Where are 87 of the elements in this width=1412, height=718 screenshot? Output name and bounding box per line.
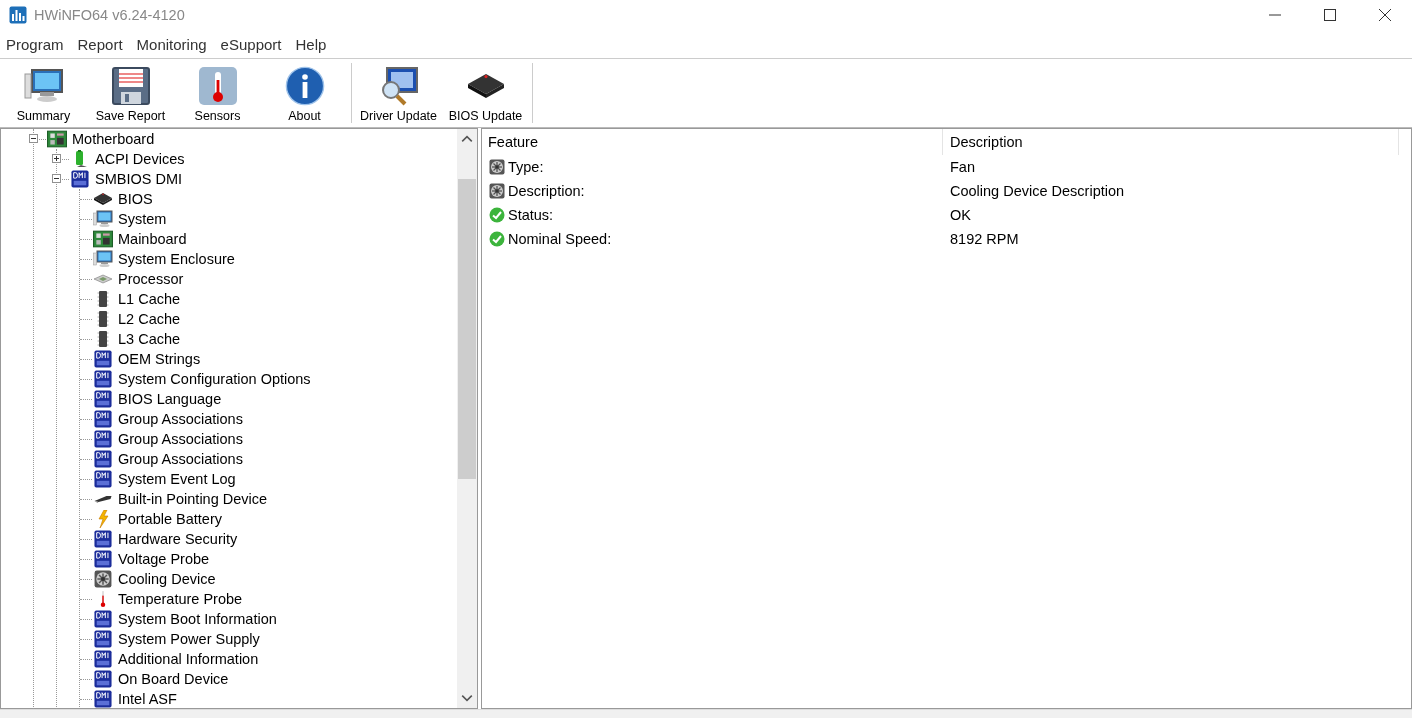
dmi-badge-icon xyxy=(93,690,113,708)
tree-item[interactable]: L3 Cache xyxy=(118,331,181,347)
dmi-badge-icon xyxy=(93,650,113,668)
dmi-badge-icon xyxy=(93,350,113,368)
collapse-icon[interactable] xyxy=(29,134,38,143)
chip-icon xyxy=(93,190,113,208)
toolbar-button[interactable]: Driver Update xyxy=(355,59,442,127)
tree-item[interactable]: System Configuration Options xyxy=(118,371,311,387)
tree-item[interactable]: Additional Information xyxy=(118,651,259,667)
tree-item[interactable]: Mainboard xyxy=(118,231,187,247)
toolbar-button[interactable]: BIOS Update xyxy=(442,59,529,127)
scroll-down-icon[interactable] xyxy=(461,692,473,704)
toolbar-button[interactable]: Sensors xyxy=(174,59,261,127)
dmi-badge-icon xyxy=(93,630,113,648)
tree-item[interactable]: Built-in Pointing Device xyxy=(118,491,268,507)
scroll-thumb[interactable] xyxy=(458,179,476,479)
check-icon xyxy=(488,231,506,247)
menu-item[interactable]: eSupport xyxy=(220,35,282,53)
feature-label: Status: xyxy=(508,207,554,223)
window-title: HWiNFO64 v6.24-4120 xyxy=(34,7,185,23)
tree-item[interactable]: ACPI Devices xyxy=(95,151,185,167)
thermometer-icon xyxy=(197,66,238,106)
menu-item[interactable]: Report xyxy=(77,35,123,53)
fan-icon xyxy=(488,183,506,199)
tree-item[interactable]: System Boot Information xyxy=(118,611,277,627)
pointing-device-icon xyxy=(93,494,113,504)
dmi-badge-icon xyxy=(70,170,90,188)
tree-item[interactable]: System Enclosure xyxy=(118,251,235,267)
scrollbar[interactable] xyxy=(457,129,477,708)
toolbar-button[interactable]: Save Report xyxy=(87,59,174,127)
feature-label: Type: xyxy=(508,159,544,175)
tree-item[interactable]: Hardware Security xyxy=(118,531,238,547)
tree-item[interactable]: Processor xyxy=(118,271,184,287)
dmi-badge-icon xyxy=(93,610,113,628)
tree-item[interactable]: SMBIOS DMI xyxy=(95,171,182,187)
dmi-badge-icon xyxy=(93,670,113,688)
circuit-board-icon xyxy=(93,230,113,248)
expand-icon[interactable] xyxy=(52,154,61,163)
tree-item[interactable]: Portable Battery xyxy=(118,511,222,527)
feature-value: 8192 RPM xyxy=(950,231,1019,247)
dmi-badge-icon xyxy=(93,450,113,468)
toolbar-button[interactable]: About xyxy=(261,59,348,127)
menu-item[interactable]: Program xyxy=(6,35,64,53)
menu-item[interactable]: Help xyxy=(295,35,327,53)
tree-item[interactable]: OEM Strings xyxy=(118,351,201,367)
feature-label: Nominal Speed: xyxy=(508,231,612,247)
tree-item[interactable]: Group Associations xyxy=(118,411,243,427)
tree-item[interactable]: System Event Log xyxy=(118,471,236,487)
tree-item[interactable]: Motherboard xyxy=(72,131,155,147)
tree-item[interactable]: Voltage Probe xyxy=(118,551,210,567)
feature-label: Description: xyxy=(508,183,585,199)
maximize-icon[interactable] xyxy=(1324,9,1336,21)
info-icon xyxy=(284,66,325,106)
scroll-up-icon[interactable] xyxy=(461,133,473,145)
fan-icon xyxy=(93,570,113,588)
tree-item[interactable]: L1 Cache xyxy=(118,291,181,307)
dmi-badge-icon xyxy=(93,370,113,388)
column-header[interactable]: Description xyxy=(943,129,1399,155)
tree-item[interactable]: Temperature Probe xyxy=(118,591,243,607)
tree-item[interactable]: System Power Supply xyxy=(118,631,260,647)
tree-item[interactable]: BIOS xyxy=(118,191,153,207)
tree-item[interactable]: L2 Cache xyxy=(118,311,181,327)
toolbar-button[interactable]: Summary xyxy=(0,59,87,127)
check-icon xyxy=(488,207,506,223)
dmi-badge-icon xyxy=(93,430,113,448)
tree-item[interactable]: Cooling Device xyxy=(118,571,216,587)
tree-item[interactable]: Group Associations xyxy=(118,451,243,467)
feature-value: OK xyxy=(950,207,971,223)
tree-item[interactable]: BIOS Language xyxy=(118,391,222,407)
dmi-badge-icon xyxy=(93,410,113,428)
dmi-badge-icon xyxy=(93,390,113,408)
dmi-badge-icon xyxy=(93,550,113,568)
dmi-badge-icon xyxy=(93,470,113,488)
app-icon xyxy=(9,6,27,24)
circuit-board-icon xyxy=(47,130,67,148)
tree-item[interactable]: System xyxy=(118,211,167,227)
tree-item[interactable]: Intel ASF xyxy=(118,691,177,707)
menu-item[interactable]: Monitoring xyxy=(136,35,207,53)
fan-icon xyxy=(488,159,506,175)
feature-value: Cooling Device Description xyxy=(950,183,1125,199)
tree-item[interactable]: On Board Device xyxy=(118,671,229,687)
close-icon[interactable] xyxy=(1379,9,1391,21)
column-header[interactable]: Feature xyxy=(482,129,943,155)
tree-item[interactable]: Group Associations xyxy=(118,431,243,447)
dmi-badge-icon xyxy=(93,530,113,548)
feature-value: Fan xyxy=(950,159,975,175)
collapse-icon[interactable] xyxy=(52,174,61,183)
